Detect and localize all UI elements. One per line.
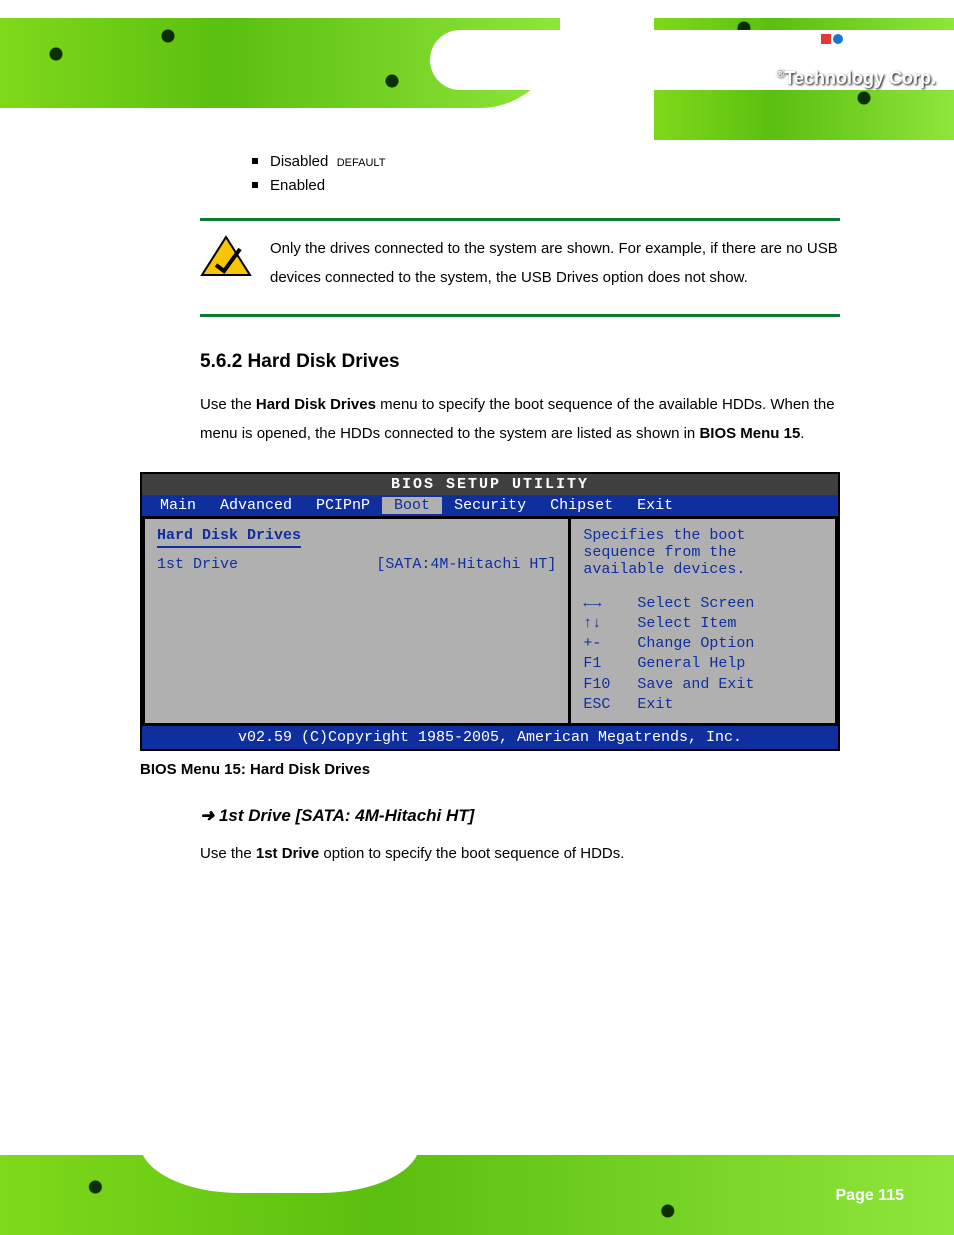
header-banner: iEi ®Technology Corp. [0,0,954,140]
tab-exit[interactable]: Exit [625,497,685,514]
bios-panel-header: Hard Disk Drives [157,527,301,548]
bios-left-panel: Hard Disk Drives 1st Drive [SATA:4M-Hita… [145,519,571,723]
bios-item-label: 1st Drive [157,556,238,573]
bios-caption: BIOS Menu 15: Hard Disk Drives [140,761,840,778]
default-tag: DEFAULT [337,157,386,169]
bios-right-panel: Specifies the boot sequence from the ava… [571,519,835,723]
bios-drive-row[interactable]: 1st Drive [SATA:4M-Hitachi HT] [157,556,556,573]
company-name: Technology Corp. [784,68,936,88]
bios-item-value: [SATA:4M-Hitachi HT] [376,556,556,573]
drive-option-label: ➜ 1st Drive [SATA: 4M-Hitachi HT] [200,806,840,826]
note-text: Only the drives connected to the system … [270,235,840,292]
list-item: Disabled DEFAULT [252,150,840,174]
bios-key-legend: ←→ Select Screen ↑↓ Select Item +- Chang… [583,594,823,716]
list-item: Enabled [252,174,840,198]
brand-logo: iEi ®Technology Corp. [776,34,936,89]
logo-square-icon [821,34,831,44]
logo-dot-icon [833,34,843,44]
tab-security[interactable]: Security [442,497,538,514]
tab-advanced[interactable]: Advanced [208,497,304,514]
tab-pcipnp[interactable]: PCIPnP [304,497,382,514]
tab-boot[interactable]: Boot [382,497,442,514]
bios-title: BIOS SETUP UTILITY [142,474,838,495]
note-icon [200,235,252,277]
page-number: Page 115 [836,1187,905,1205]
bios-tabs: Main Advanced PCIPnP Boot Security Chips… [142,495,838,516]
section-heading: 5.6.2 Hard Disk Drives [200,351,840,373]
drive-option-body: Use the 1st Drive option to specify the … [200,840,840,869]
content-column: Disabled DEFAULT Enabled Only the drives… [200,150,840,869]
bios-footer: v02.59 (C)Copyright 1985-2005, American … [142,726,838,749]
logo-text: iEi [776,34,819,67]
footer-banner: Page 115 [0,1125,954,1235]
section-body: Use the Hard Disk Drives menu to specify… [200,391,840,448]
tab-main[interactable]: Main [148,497,208,514]
tab-chipset[interactable]: Chipset [538,497,625,514]
bios-help-text: Specifies the boot sequence from the ava… [583,527,823,578]
bios-screenshot: BIOS SETUP UTILITY Main Advanced PCIPnP … [140,472,840,751]
note-box: Only the drives connected to the system … [200,218,840,317]
option-list: Disabled DEFAULT Enabled [252,150,840,198]
registered-mark: ® [776,68,784,80]
